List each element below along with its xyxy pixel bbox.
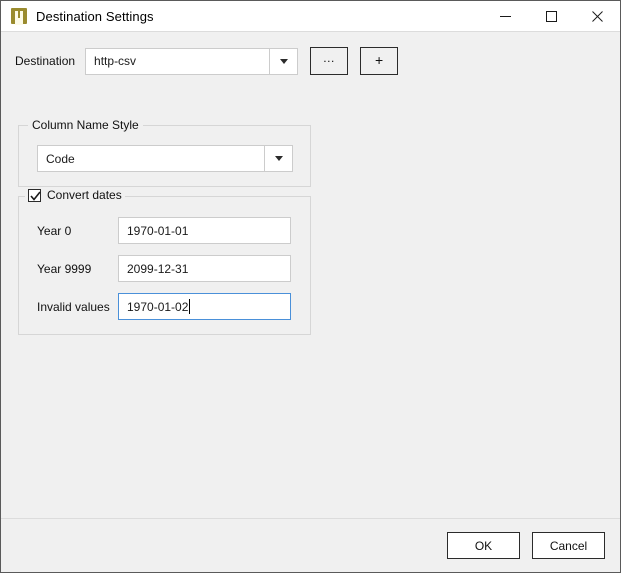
destination-label: Destination <box>15 54 76 68</box>
dialog-footer: OK Cancel <box>1 518 620 572</box>
close-icon <box>591 10 603 22</box>
convert-dates-checkbox[interactable] <box>28 188 41 202</box>
add-destination-button[interactable]: + <box>360 47 399 75</box>
convert-dates-group: Convert dates Year 0 1970-01-01 Year 999… <box>18 188 311 335</box>
maximize-icon <box>545 10 557 22</box>
chevron-down-icon <box>279 58 288 64</box>
minimize-button[interactable] <box>482 1 528 31</box>
invalid-values-input[interactable]: 1970-01-02 <box>118 293 291 320</box>
destination-settings-dialog: Destination Settings Destination http-cs… <box>0 0 621 573</box>
destination-combobox[interactable]: http-csv <box>85 47 299 75</box>
cancel-button[interactable]: Cancel <box>532 532 605 559</box>
year-0-row: Year 0 1970-01-01 <box>19 217 310 244</box>
column-name-style-combobox[interactable]: Code <box>37 145 293 172</box>
column-name-style-value: Code <box>46 151 75 166</box>
window-title: Destination Settings <box>36 8 154 24</box>
ok-button[interactable]: OK <box>447 532 520 559</box>
destination-dropdown-button[interactable] <box>269 48 298 74</box>
year-9999-input[interactable]: 2099-12-31 <box>118 255 291 282</box>
year-0-input[interactable]: 1970-01-01 <box>118 217 291 244</box>
year-0-label: Year 0 <box>37 223 72 238</box>
column-name-style-dropdown-button[interactable] <box>264 146 292 171</box>
column-name-style-group: Column Name Style Code <box>18 118 311 187</box>
text-caret <box>189 299 191 314</box>
chevron-down-icon <box>274 156 283 161</box>
invalid-values-text: 1970-01-02 <box>127 299 189 314</box>
app-u-icon <box>11 8 27 24</box>
invalid-values-row: Invalid values 1970-01-02 <box>19 293 310 320</box>
invalid-values-label: Invalid values <box>37 299 110 314</box>
convert-dates-group-title: Convert dates <box>25 188 125 202</box>
year-9999-row: Year 9999 2099-12-31 <box>19 255 310 282</box>
browse-button-label: ... <box>323 51 335 65</box>
maximize-button[interactable] <box>528 1 574 31</box>
column-name-style-group-title: Column Name Style <box>28 118 143 132</box>
year-9999-label: Year 9999 <box>37 261 92 276</box>
convert-dates-label: Convert dates <box>47 188 122 202</box>
title-bar: Destination Settings <box>1 1 620 31</box>
add-button-label: + <box>374 52 384 68</box>
check-icon <box>30 191 41 201</box>
close-button[interactable] <box>574 1 620 31</box>
minimize-icon <box>499 15 511 17</box>
destination-combobox-value: http-csv <box>94 54 137 68</box>
browse-destination-button[interactable]: ... <box>310 47 349 75</box>
dialog-body: Destination http-csv ... + Column Name S… <box>1 31 620 572</box>
destination-row: Destination http-csv ... + <box>15 47 399 75</box>
window-controls <box>482 1 620 31</box>
